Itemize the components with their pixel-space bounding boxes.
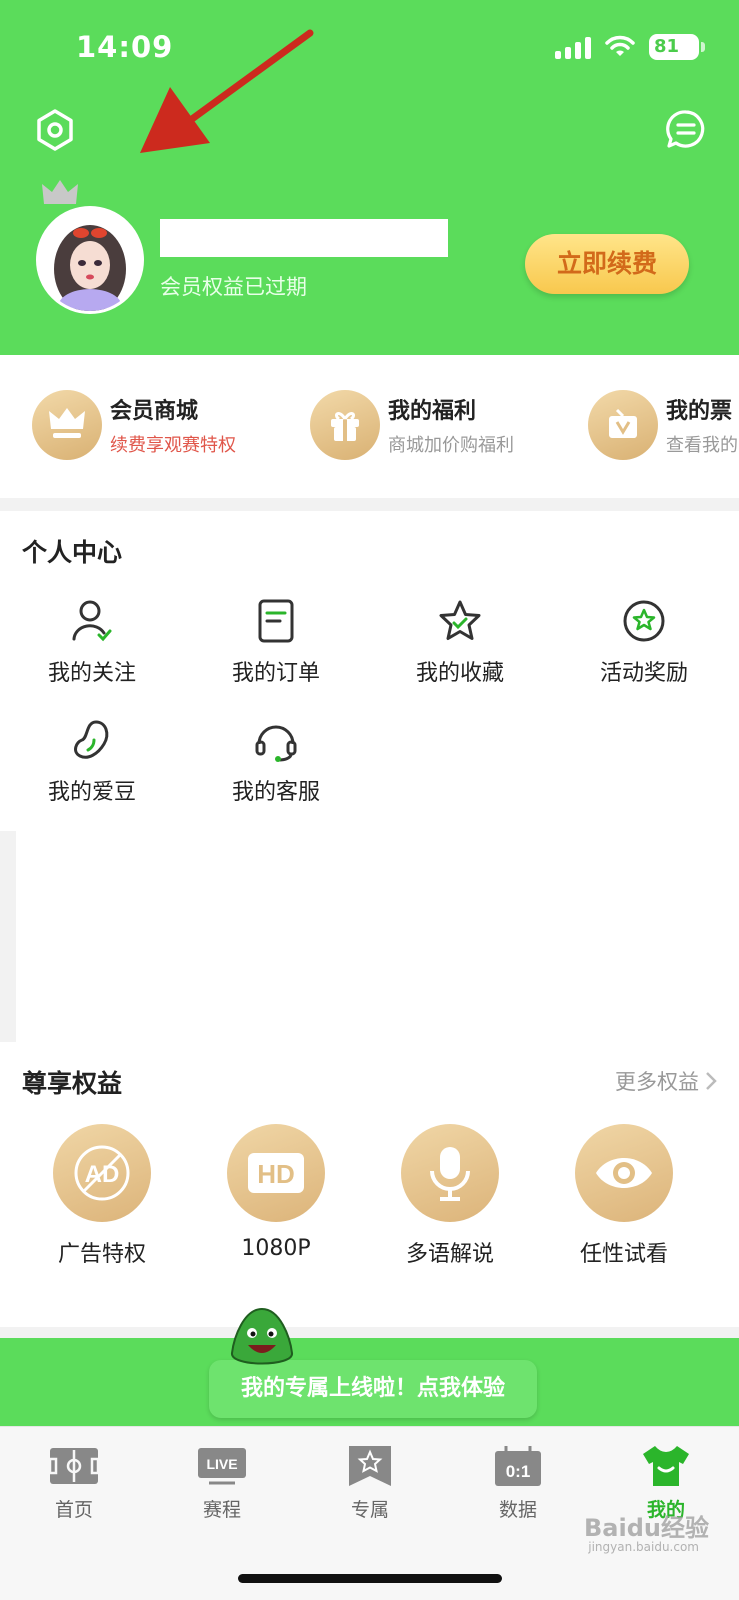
settings-icon[interactable] (33, 108, 77, 152)
my-tickets-item[interactable]: 我的票 查看我的 (588, 390, 738, 460)
membership-status: 会员权益已过期 (160, 275, 307, 299)
my-benefits-item[interactable]: 我的福利 商城加价购福利 (310, 390, 514, 460)
field-icon (49, 1448, 99, 1484)
profile-header: 14:09 81 会员权益已过期 立即续费 (0, 0, 739, 355)
my-orders-label: 我的订单 (231, 661, 320, 686)
personal-center-title: 个人中心 (22, 538, 123, 567)
star-icon (439, 600, 481, 640)
member-mall-item[interactable]: 会员商城 续费享观赛特权 (32, 390, 236, 460)
my-tickets-subtitle: 查看我的 (666, 435, 738, 456)
my-favorites-item[interactable]: 我的收藏 (368, 595, 552, 687)
microphone-icon (401, 1124, 499, 1222)
mascot-icon (231, 1307, 293, 1365)
headset-icon (255, 725, 297, 762)
personal-center-section: 个人中心 我的关注 我的订单 我的收藏 活动奖励 我的爱豆 我的客服 (0, 511, 739, 831)
tab-data-label: 数据 (498, 1499, 537, 1521)
renew-button[interactable]: 立即续费 (525, 234, 689, 294)
preview-privilege-item[interactable]: 任性试看 (544, 1124, 704, 1268)
member-mall-title: 会员商城 (110, 399, 199, 424)
message-icon[interactable] (665, 108, 707, 150)
my-benefits-title: 我的福利 (388, 399, 477, 424)
privileges-section: 尊享权益 更多权益 AD 广告特权 HD 1080P (0, 1042, 739, 1327)
tab-home-label: 首页 (54, 1499, 93, 1521)
my-follows-label: 我的关注 (47, 661, 136, 686)
customer-service-item[interactable]: 我的客服 (184, 714, 368, 806)
live-icon: LIVE (198, 1448, 246, 1485)
member-shortcuts: 会员商城 续费享观赛特权 我的福利 商城加价购福利 我的票 查看我的 (0, 355, 739, 498)
activity-rewards-label: 活动奖励 (599, 661, 688, 686)
reward-badge-icon (623, 600, 665, 642)
jersey-icon (643, 1446, 689, 1486)
my-orders-item[interactable]: 我的订单 (184, 595, 368, 687)
commentary-privilege-item[interactable]: 多语解说 (370, 1124, 530, 1268)
my-benefits-subtitle: 商城加价购福利 (388, 435, 514, 456)
my-tickets-title: 我的票 (666, 399, 733, 424)
my-favorites-label: 我的收藏 (415, 661, 504, 686)
signal-icon (555, 35, 591, 59)
home-indicator[interactable] (238, 1574, 502, 1583)
my-idol-label: 我的爱豆 (47, 780, 136, 805)
bean-icon (74, 720, 109, 759)
tab-schedule-label: 赛程 (202, 1499, 241, 1521)
ad-privilege-item[interactable]: AD 广告特权 (22, 1124, 182, 1268)
my-follows-item[interactable]: 我的关注 (0, 595, 184, 687)
more-privileges-link[interactable]: 更多权益 (615, 1066, 717, 1096)
score-icon-text: 0:1 (506, 1462, 531, 1481)
battery-indicator: 81 (649, 34, 705, 60)
tab-schedule[interactable]: LIVE 赛程 (162, 1443, 282, 1522)
tab-data[interactable]: 0:1 数据 (458, 1443, 578, 1522)
order-document-icon (258, 599, 294, 643)
promo-banner[interactable]: 我的专属上线啦！点我体验 (0, 1338, 739, 1426)
privileges-title: 尊享权益 (22, 1069, 123, 1098)
watermark-url: jingyan.baidu.com (588, 1540, 699, 1554)
avatar[interactable] (36, 206, 144, 314)
preview-privilege-label: 任性试看 (579, 1242, 668, 1267)
ad-privilege-label: 广告特权 (57, 1242, 146, 1267)
my-idol-item[interactable]: 我的爱豆 (0, 714, 184, 806)
eye-icon (575, 1124, 673, 1222)
ticket-icon (588, 390, 658, 460)
tab-exclusive[interactable]: 专属 (310, 1443, 430, 1522)
bookmark-star-icon (349, 1446, 391, 1486)
tab-exclusive-label: 专属 (350, 1499, 389, 1521)
hd-icon-text: HD (257, 1159, 295, 1189)
hd-privilege-item[interactable]: HD 1080P (196, 1124, 356, 1261)
chevron-right-icon (706, 1072, 717, 1090)
wifi-icon (605, 35, 635, 56)
status-indicators: 81 (555, 34, 705, 60)
crown-icon (42, 180, 78, 204)
no-ad-icon: AD (53, 1124, 151, 1222)
tab-home[interactable]: 首页 (14, 1443, 134, 1522)
hd-privilege-label: 1080P (241, 1236, 311, 1261)
more-privileges-label: 更多权益 (615, 1070, 699, 1094)
member-mall-subtitle: 续费享观赛特权 (110, 435, 236, 456)
activity-rewards-item[interactable]: 活动奖励 (552, 595, 736, 687)
watermark-logo: Baidu经验 (584, 1514, 709, 1542)
customer-service-label: 我的客服 (231, 780, 320, 805)
commentary-privilege-label: 多语解说 (405, 1242, 494, 1267)
scoreboard-icon: 0:1 (495, 1446, 541, 1486)
red-arrow-annotation (140, 29, 314, 153)
crown-icon (32, 390, 102, 460)
blank-content-area (16, 831, 739, 1042)
user-check-icon (72, 600, 112, 642)
gift-icon (310, 390, 380, 460)
live-icon-text: LIVE (206, 1456, 237, 1472)
username-redacted (160, 219, 448, 257)
hd-icon: HD (227, 1124, 325, 1222)
